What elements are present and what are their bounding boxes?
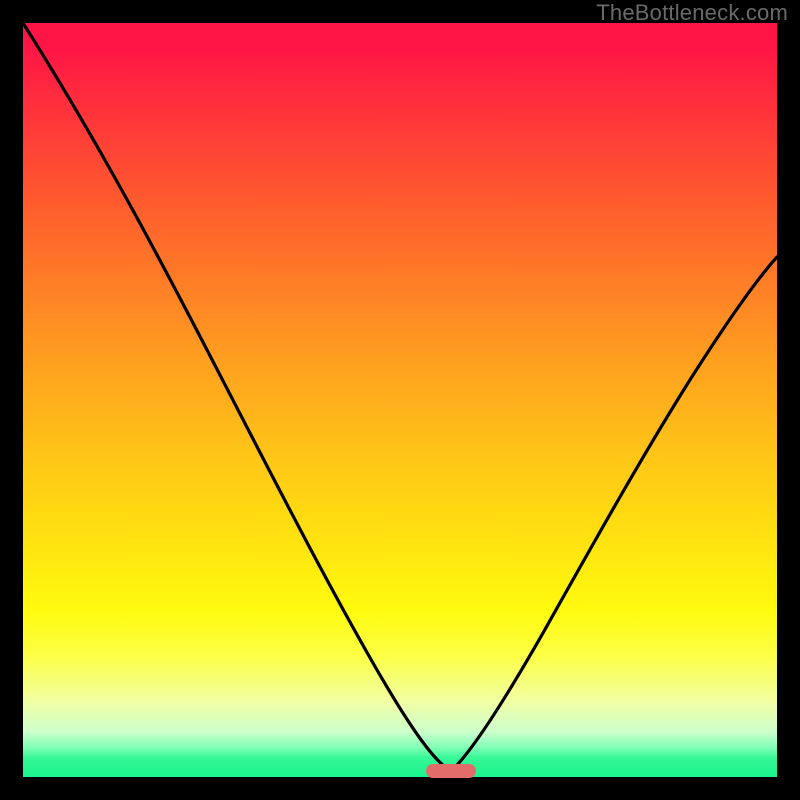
plot-area	[23, 23, 777, 777]
bottleneck-curve	[23, 23, 777, 777]
curve-left-branch	[23, 23, 451, 771]
minimum-marker	[426, 764, 476, 778]
curve-right-branch	[451, 257, 777, 771]
attribution-text: TheBottleneck.com	[596, 0, 788, 26]
